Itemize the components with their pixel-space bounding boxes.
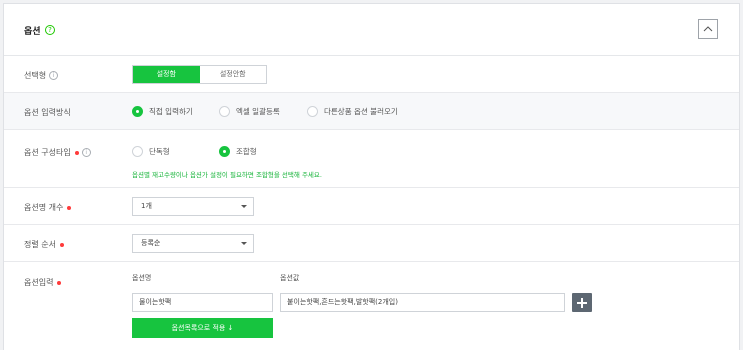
option-input-label: 옵션입력 [24,277,62,288]
option-name-header: 옵션명 [132,274,152,282]
radio-checked-icon [219,146,230,157]
selection-label: 선택형 i [24,70,59,81]
radio-checked-icon [132,106,143,117]
selection-toggle: 설정함 설정안함 [132,65,267,84]
required-dot-icon [67,205,72,210]
radio-unchecked-icon [132,146,143,157]
section-title: 옵션 [24,27,41,37]
option-name-count-label: 옵션명 개수 [24,202,72,213]
option-panel: 옵션 ? 선택형 i 설정함 설정안함 옵션 입력방식 직접 입력하기 엑셀 일괄… [3,3,740,350]
toggle-on-button[interactable]: 설정함 [133,66,200,83]
caret-down-icon [241,205,247,208]
radio-excel-upload[interactable]: 엑셀 일괄등록 [219,106,280,117]
row-option-name-count: 옵션명 개수 1개 [4,188,739,225]
help-icon[interactable]: i [49,71,59,80]
required-dot-icon [57,280,62,285]
radio-label: 단독형 [149,147,170,156]
radio-single-type[interactable]: 단독형 [132,146,170,157]
collapse-button[interactable] [698,19,718,39]
row-sort-order: 정렬 순서 등록순 [4,225,739,262]
sort-order-label: 정렬 순서 [24,239,64,250]
selection-label-text: 선택형 [24,71,47,80]
select-value: 1개 [141,202,152,210]
section-header: 옵션 ? [4,4,739,56]
option-value-input[interactable]: 붙이는핫팩,흔드는핫팩,발핫팩(2개입) [280,293,565,312]
toggle-off-button[interactable]: 설정안함 [200,66,267,83]
radio-load-other-product[interactable]: 다른상품 옵션 불러오기 [307,106,398,117]
radio-label: 조합형 [236,147,257,156]
option-input-label-text: 옵션입력 [24,278,54,287]
composition-hint: 옵션별 재고수량이나 옵션가 설정이 필요하면 조합형을 선택해 주세요. [132,171,322,179]
help-icon[interactable]: i [81,148,91,157]
option-name-count-label-text: 옵션명 개수 [24,203,64,212]
option-name-count-select[interactable]: 1개 [132,197,254,216]
row-option-input: 옵션입력 옵션명 옵션값 물이는핫팩 붙이는핫팩,흔드는핫팩,발핫팩(2개입) … [4,262,739,350]
row-input-method: 옵션 입력방식 직접 입력하기 엑셀 일괄등록 다른상품 옵션 불러오기 [4,93,739,130]
radio-combined-type[interactable]: 조합형 [219,146,257,157]
radio-label: 다른상품 옵션 불러오기 [324,107,398,116]
sort-order-label-text: 정렬 순서 [24,240,56,249]
input-method-label: 옵션 입력방식 [24,108,71,117]
caret-down-icon [241,242,247,245]
apply-to-option-list-button[interactable]: 옵션목록으로 적용 ↓ [132,318,273,338]
radio-direct-input[interactable]: 직접 입력하기 [132,106,193,117]
add-option-button[interactable] [572,293,592,312]
radio-label: 직접 입력하기 [149,107,193,116]
help-icon[interactable]: ? [45,25,55,35]
required-dot-icon [59,242,64,247]
row-composition-type: 옵션 구성타입 i 단독형 조합형 옵션별 재고수량이나 옵션가 설정이 필요하면… [4,130,739,188]
required-dot-icon [74,150,79,155]
composition-type-label: 옵션 구성타입 i [24,147,91,158]
composition-type-label-text: 옵션 구성타입 [24,148,71,157]
row-selection: 선택형 i 설정함 설정안함 [4,56,739,93]
radio-label: 엑셀 일괄등록 [236,107,280,116]
option-name-input[interactable]: 물이는핫팩 [132,293,273,312]
sort-order-select[interactable]: 등록순 [132,234,254,253]
option-value-header: 옵션값 [280,274,300,282]
radio-unchecked-icon [219,106,230,117]
radio-unchecked-icon [307,106,318,117]
chevron-up-icon [703,26,713,32]
select-value: 등록순 [141,239,161,247]
